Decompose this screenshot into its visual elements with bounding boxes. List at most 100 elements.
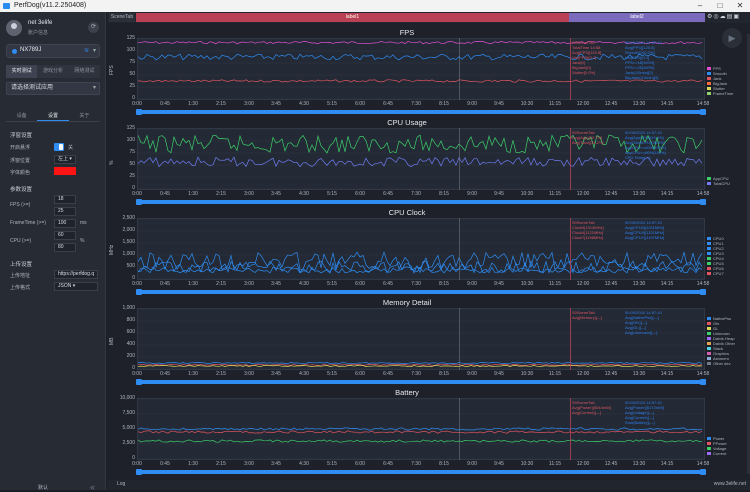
- y-tick-label: 2,500: [122, 440, 135, 446]
- tab-game-analysis[interactable]: 游戏分析: [37, 65, 69, 78]
- account-info-link[interactable]: 账户信息: [28, 29, 48, 36]
- screenshot-icon[interactable]: ▣: [733, 14, 740, 20]
- refresh-icon[interactable]: ⟳: [88, 22, 99, 33]
- label2-segment[interactable]: label2: [569, 13, 705, 22]
- y-tick-label: 1,000: [122, 305, 135, 311]
- log-toggle[interactable]: Log: [117, 481, 125, 487]
- label-marker[interactable]: [570, 128, 571, 190]
- upload-format-select[interactable]: JSON ▾: [54, 282, 98, 291]
- time-marker[interactable]: [459, 38, 460, 100]
- cpu-threshold-input-2[interactable]: 80: [54, 243, 76, 252]
- y-tick-label: 600: [126, 329, 135, 335]
- label-marker[interactable]: [570, 308, 571, 370]
- y-axis-label: MB: [109, 337, 115, 346]
- x-tick-label: 5:15: [327, 101, 337, 107]
- y-tick-label: 0: [132, 455, 135, 461]
- x-tick-label: 12:00: [576, 281, 590, 287]
- label-marker[interactable]: [570, 398, 571, 460]
- stats-info-box: 00:00/2024 14:57:10 Avg(Power)[5172mW] Avg…: [625, 400, 664, 425]
- maximize-button[interactable]: □: [710, 0, 730, 12]
- cloud-icon[interactable]: ☁: [720, 14, 727, 20]
- x-tick-label: 3:45: [271, 191, 281, 197]
- fps-threshold-input-2[interactable]: 25: [54, 207, 76, 216]
- legend-item[interactable]: FrameTime: [707, 91, 749, 96]
- tab-device[interactable]: 设备: [6, 110, 37, 121]
- chart-plot-area[interactable]: [137, 218, 705, 280]
- legend-item[interactable]: TotalCPU: [707, 181, 749, 186]
- label1-segment[interactable]: label1: [136, 13, 569, 22]
- cpu-threshold-input-1[interactable]: 60: [54, 231, 76, 240]
- x-tick-label: 12:45: [604, 461, 618, 467]
- x-tick-label: 13:30: [632, 371, 646, 377]
- y-tick-label: 2,000: [122, 227, 135, 233]
- x-tick-label: 9:00: [467, 371, 477, 377]
- mode-tabs: 实时测试 游戏分析 网络测试: [6, 65, 100, 78]
- x-tick-label: 8:15: [439, 281, 449, 287]
- legend-swatch: [707, 252, 711, 256]
- avatar[interactable]: [6, 20, 22, 36]
- legend-item[interactable]: CPU7: [707, 271, 749, 276]
- legend-swatch: [707, 317, 711, 321]
- tab-about[interactable]: 关于: [69, 110, 100, 121]
- minimize-button[interactable]: –: [690, 0, 710, 12]
- time-range-slider[interactable]: [136, 469, 706, 475]
- time-marker[interactable]: [459, 128, 460, 190]
- chart-legend: CPU0 CPU1 CPU2 CPU3 CPU4 CPU5 CPU6 CPU7: [707, 236, 749, 276]
- legend-swatch: [707, 332, 711, 336]
- user-panel: net 3elife 账户信息 ⟳: [6, 18, 100, 44]
- x-tick-label: 14:58: [696, 461, 710, 467]
- legend-swatch: [707, 342, 711, 346]
- chart-plot-area[interactable]: [137, 398, 705, 460]
- float-open-toggle[interactable]: [54, 143, 64, 151]
- app-select[interactable]: 请选择测试应用 ▾: [6, 82, 100, 95]
- chart-plot-area[interactable]: [137, 38, 705, 100]
- tab-realtime-test[interactable]: 实时测试: [6, 65, 38, 78]
- x-tick-label: 13:30: [632, 281, 646, 287]
- time-marker[interactable]: [459, 218, 460, 280]
- collapse-sidebar-icon[interactable]: «: [90, 482, 95, 492]
- fps-threshold-input-1[interactable]: 18: [54, 195, 76, 204]
- close-button[interactable]: ✕: [730, 0, 750, 12]
- x-tick-label: 11:15: [548, 281, 562, 287]
- y-tick-label: 125: [126, 35, 135, 41]
- time-range-slider[interactable]: [136, 289, 706, 295]
- chart-cpu-usage: CPU Usage 125 100 75 50 25 0% 0:00 0:45 1:30 2:15 3…: [107, 118, 750, 206]
- scene-tab[interactable]: SceneTab: [109, 13, 135, 22]
- font-color-swatch[interactable]: [54, 167, 76, 175]
- legend-item[interactable]: Other dev: [707, 361, 749, 366]
- tab-settings[interactable]: 设置: [37, 110, 69, 121]
- frametime-input[interactable]: 100: [54, 219, 76, 228]
- y-axis-label: FPS: [109, 65, 115, 75]
- upload-url-input[interactable]: https://perfdog.q: [54, 270, 98, 279]
- time-marker[interactable]: [459, 308, 460, 370]
- time-range-slider[interactable]: [136, 109, 706, 115]
- device-selector[interactable]: NX789J ≋ ▾: [6, 44, 100, 58]
- x-tick-label: 9:00: [467, 101, 477, 107]
- x-tick-label: 4:30: [299, 371, 309, 377]
- time-range-slider[interactable]: [136, 379, 706, 385]
- app-select-value: 请选择测试应用: [11, 85, 54, 91]
- x-tick-label: 9:45: [494, 191, 504, 197]
- time-marker[interactable]: [459, 398, 460, 460]
- chart-memory-detail: Memory Detail 1,000 800 600 400 200 0 MB 0:00 0:4…: [107, 298, 750, 386]
- chart-plot-area[interactable]: [137, 308, 705, 370]
- x-tick-label: 14:15: [660, 191, 674, 197]
- label-marker[interactable]: [570, 38, 571, 100]
- label-info-box: Ѕ0SceneTab Avg(Power)[5044mW] Avg(Current)…: [572, 400, 611, 415]
- y-tick-label: 0: [132, 95, 135, 101]
- x-tick-label: 6:00: [355, 101, 365, 107]
- label-bar: SceneTab label1 label2 ⚙◎☁▤▣: [107, 12, 750, 23]
- chart-plot-area[interactable]: [137, 128, 705, 190]
- info-line: BigJank(/10min)[0]: [625, 75, 659, 80]
- x-tick-label: 0:00: [132, 371, 142, 377]
- tab-network-test[interactable]: 网络测试: [68, 65, 100, 78]
- legend-item[interactable]: Current: [707, 451, 749, 456]
- label-marker[interactable]: [570, 218, 571, 280]
- window-title: PerfDog(v11.2.250408): [14, 2, 87, 9]
- x-tick-label: 2:15: [216, 461, 226, 467]
- float-position-select[interactable]: 左上 ▾: [54, 155, 76, 164]
- chart-legend: AppCPU TotalCPU: [707, 176, 749, 186]
- time-range-slider[interactable]: [136, 199, 706, 205]
- x-tick-label: 6:45: [383, 461, 393, 467]
- x-tick-label: 14:15: [660, 461, 674, 467]
